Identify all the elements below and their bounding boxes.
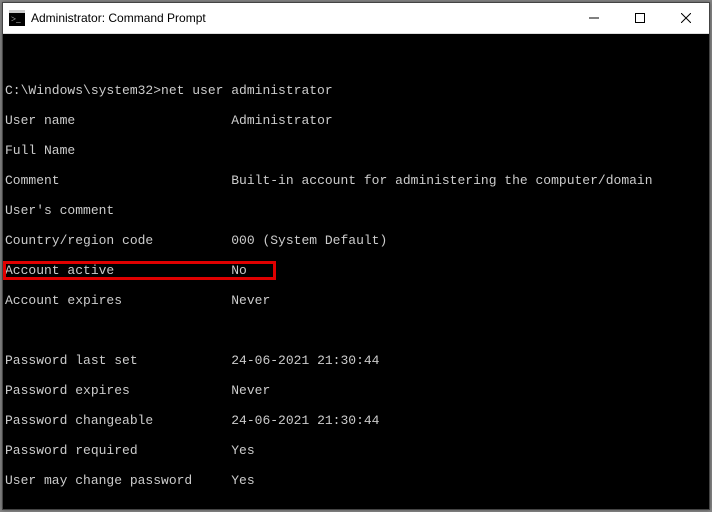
prompt-path: C:\Windows\system32> [5, 83, 161, 98]
command-prompt-window: >_ Administrator: Command Prompt C:\Wind… [2, 2, 710, 510]
pad [75, 113, 231, 128]
pad [138, 353, 232, 368]
label: User's comment [5, 203, 114, 218]
label: Comment [5, 173, 60, 188]
value: 000 (System Default) [231, 233, 387, 248]
label: User name [5, 113, 75, 128]
row-comment: Comment Built-in account for administeri… [5, 173, 705, 188]
prompt-line: C:\Windows\system32>net user administrat… [5, 83, 705, 98]
blank-line [5, 53, 705, 68]
pad [138, 443, 232, 458]
maximize-button[interactable] [617, 3, 663, 33]
row-full-name: Full Name [5, 143, 705, 158]
row-country: Country/region code 000 (System Default) [5, 233, 705, 248]
row-pw-changeable: Password changeable 24-06-2021 21:30:44 [5, 413, 705, 428]
blank-line [5, 323, 705, 338]
value: Yes [231, 473, 254, 488]
blank-line [5, 503, 705, 509]
pad [153, 413, 231, 428]
row-pw-expires: Password expires Never [5, 383, 705, 398]
label: Password last set [5, 353, 138, 368]
value: 24-06-2021 21:30:44 [231, 353, 379, 368]
label: Account active [5, 263, 114, 278]
label: Country/region code [5, 233, 153, 248]
terminal-output[interactable]: C:\Windows\system32>net user administrat… [3, 34, 709, 509]
label: Account expires [5, 293, 122, 308]
window-controls [571, 3, 709, 33]
cmd-icon: >_ [9, 10, 25, 26]
label: Password expires [5, 383, 130, 398]
pad [130, 383, 231, 398]
value: No [231, 263, 247, 278]
row-users-comment: User's comment [5, 203, 705, 218]
row-user-may-change: User may change password Yes [5, 473, 705, 488]
row-account-active: Account active No [5, 263, 705, 278]
row-user-name: User name Administrator [5, 113, 705, 128]
row-pw-required: Password required Yes [5, 443, 705, 458]
label: Password required [5, 443, 138, 458]
label: Password changeable [5, 413, 153, 428]
pad [153, 233, 231, 248]
minimize-button[interactable] [571, 3, 617, 33]
row-account-expires: Account expires Never [5, 293, 705, 308]
titlebar[interactable]: >_ Administrator: Command Prompt [3, 3, 709, 34]
svg-text:>_: >_ [11, 14, 21, 24]
command-text: net user administrator [161, 83, 333, 98]
value: Built-in account for administering the c… [231, 173, 652, 188]
value: Yes [231, 443, 254, 458]
window-title: Administrator: Command Prompt [31, 11, 571, 25]
pad [192, 473, 231, 488]
pad [114, 263, 231, 278]
value: Never [231, 383, 270, 398]
label: Full Name [5, 143, 75, 158]
pad [122, 293, 231, 308]
pad [60, 173, 232, 188]
value: Never [231, 293, 270, 308]
label: User may change password [5, 473, 192, 488]
value: Administrator [231, 113, 332, 128]
close-button[interactable] [663, 3, 709, 33]
row-pw-last-set: Password last set 24-06-2021 21:30:44 [5, 353, 705, 368]
value: 24-06-2021 21:30:44 [231, 413, 379, 428]
